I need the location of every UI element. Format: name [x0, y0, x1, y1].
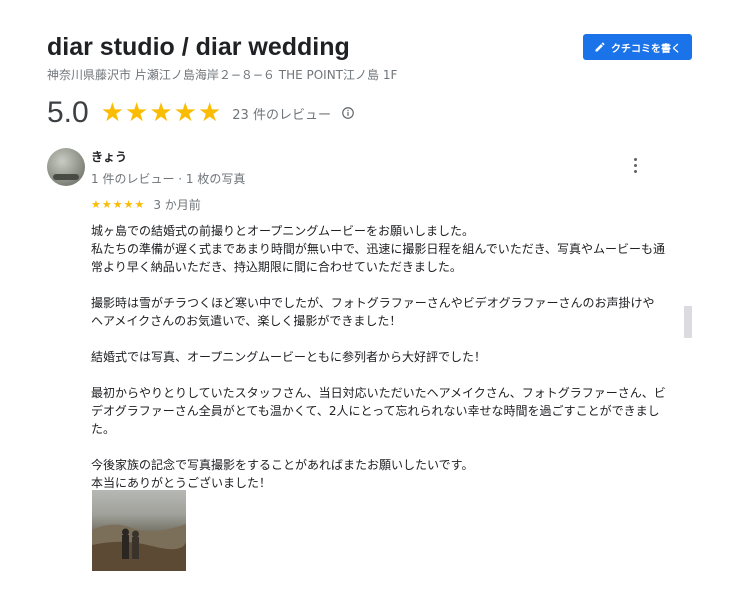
scrollbar-thumb[interactable]	[684, 306, 692, 338]
review-paragraph: 結婚式では写真、オープニングムービーともに参列者から大好評でした！	[91, 350, 487, 364]
place-address: 神奈川県藤沢市 片瀬江ノ島海岸２−８−６ THE POINT江ノ島 1F	[47, 68, 398, 82]
review-rating-row: ★★★★★ 3 か月前	[91, 196, 201, 213]
review-time: 3 か月前	[153, 198, 201, 212]
reviewer-meta: 1 件のレビュー · 1 枚の写真	[91, 172, 246, 186]
review-paragraph: 最初からやりとりしていたスタッフさん、当日対応いただいたヘアメイクさん、フォトグ…	[91, 386, 666, 436]
write-review-label: クチコミを書く	[611, 43, 681, 55]
reviewer-name[interactable]: きょう	[91, 148, 127, 165]
more-options-icon[interactable]	[625, 154, 645, 176]
photo-scene	[92, 524, 186, 571]
rating-stars: ★★★★★	[100, 98, 223, 128]
review-photo[interactable]	[92, 490, 186, 571]
rating-summary: 5.0 ★★★★★ 23 件のレビュー	[47, 96, 355, 130]
review-stars: ★★★★★	[91, 198, 146, 211]
info-icon[interactable]	[341, 106, 355, 120]
review-paragraph: 今後家族の記念で写真撮影をすることがあればまたお願いしたいです。 本当にありがと…	[91, 458, 474, 490]
review-count[interactable]: 23 件のレビュー	[232, 104, 331, 123]
pencil-icon	[595, 42, 605, 52]
review-paragraph: 城ヶ島での結婚式の前撮りとオープニングムービーをお願いしました。 私たちの準備が…	[91, 224, 665, 274]
average-rating: 5.0	[47, 96, 89, 129]
avatar[interactable]	[47, 148, 85, 186]
review-text: 城ヶ島での結婚式の前撮りとオープニングムービーをお願いしました。 私たちの準備が…	[91, 222, 666, 510]
write-review-button[interactable]: クチコミを書く	[583, 34, 692, 60]
review-paragraph: 撮影時は雪がチラつくほど寒い中でしたが、フォトグラファーさんやビデオグラファーさ…	[91, 296, 655, 328]
